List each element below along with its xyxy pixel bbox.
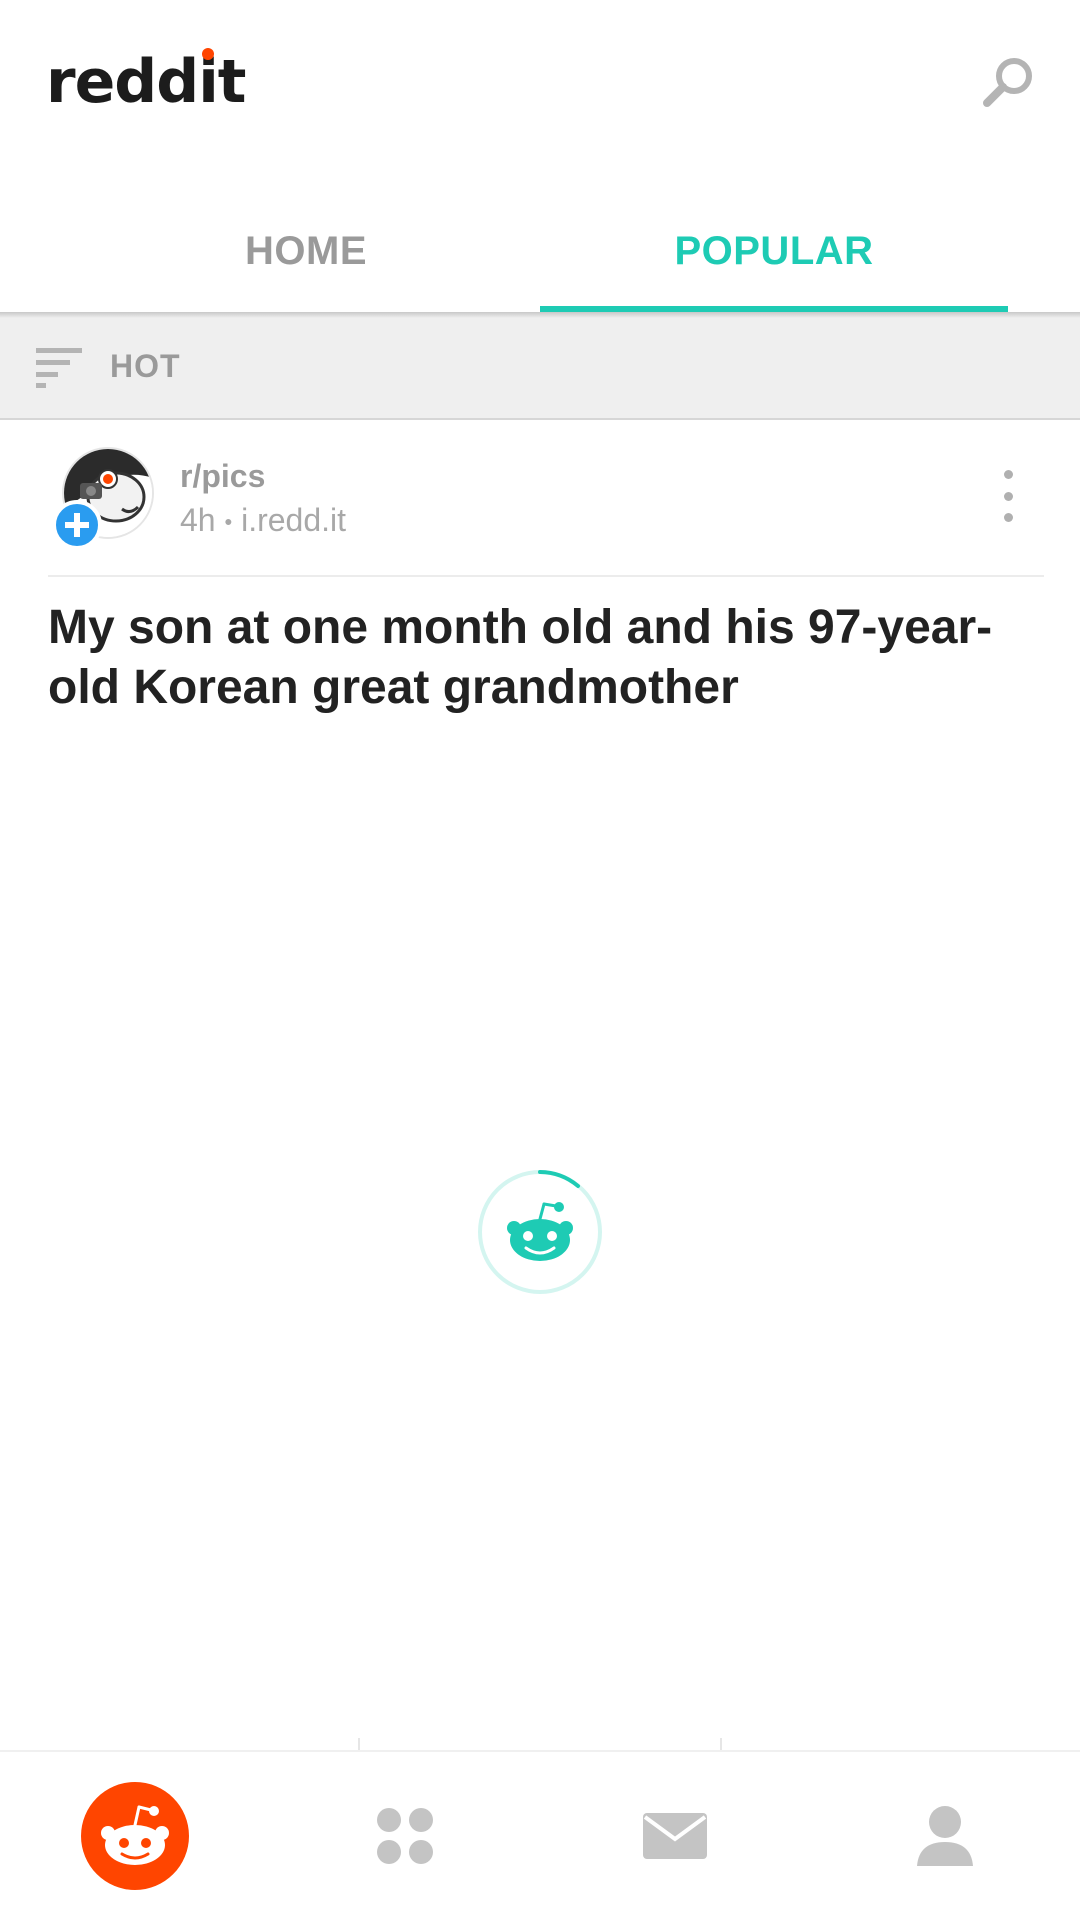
feed-tabs: HOME POPULAR [0, 190, 1080, 312]
bottom-nav-tick [358, 1738, 360, 1750]
overflow-dot [1003, 470, 1013, 479]
nav-communities[interactable] [270, 1752, 540, 1920]
logo-i-with-dot: i [198, 47, 219, 117]
nav-inbox[interactable] [540, 1752, 810, 1920]
post-header: r/pics 4h • i.redd.it [0, 422, 1080, 576]
communities-icon [377, 1808, 433, 1864]
nav-account[interactable] [810, 1752, 1080, 1920]
overflow-dot [1003, 513, 1013, 522]
sort-icon [36, 348, 82, 388]
nav-home[interactable] [0, 1752, 270, 1920]
snoo-icon [81, 1782, 189, 1890]
reddit-logo[interactable]: reddi t [46, 42, 247, 122]
mail-icon [643, 1813, 707, 1859]
top-app-bar: reddi t [0, 0, 1080, 160]
post-header-divider [48, 575, 1044, 577]
join-subreddit-button[interactable] [52, 500, 102, 550]
profile-icon [917, 1806, 973, 1866]
logo-text-suffix: t [217, 47, 247, 117]
overflow-dot [1003, 491, 1013, 501]
bottom-navigation [0, 1752, 1080, 1920]
post-overflow-menu-button[interactable] [996, 470, 1020, 522]
bottom-nav-tick [720, 1738, 722, 1750]
plus-icon [65, 513, 89, 537]
tabs-shadow [0, 312, 1080, 318]
sort-bar[interactable]: HOT [0, 312, 1080, 420]
sort-label: HOT [110, 348, 181, 384]
loading-spinner [476, 1168, 604, 1296]
tab-popular[interactable]: POPULAR [540, 190, 1008, 312]
post-domain[interactable]: i.redd.it [241, 502, 346, 538]
search-icon [983, 58, 1032, 107]
logo-text-prefix: redd [46, 47, 199, 117]
snoo-loading-icon [478, 1170, 602, 1294]
post-meta: 4h • i.redd.it [180, 502, 346, 539]
tab-home[interactable]: HOME [72, 190, 540, 312]
subreddit-name[interactable]: r/pics [180, 458, 265, 495]
post-title[interactable]: My son at one month old and his 97-year-… [48, 598, 1038, 718]
meta-separator: • [224, 509, 233, 535]
post-age: 4h [180, 502, 216, 538]
search-button[interactable] [972, 48, 1044, 120]
